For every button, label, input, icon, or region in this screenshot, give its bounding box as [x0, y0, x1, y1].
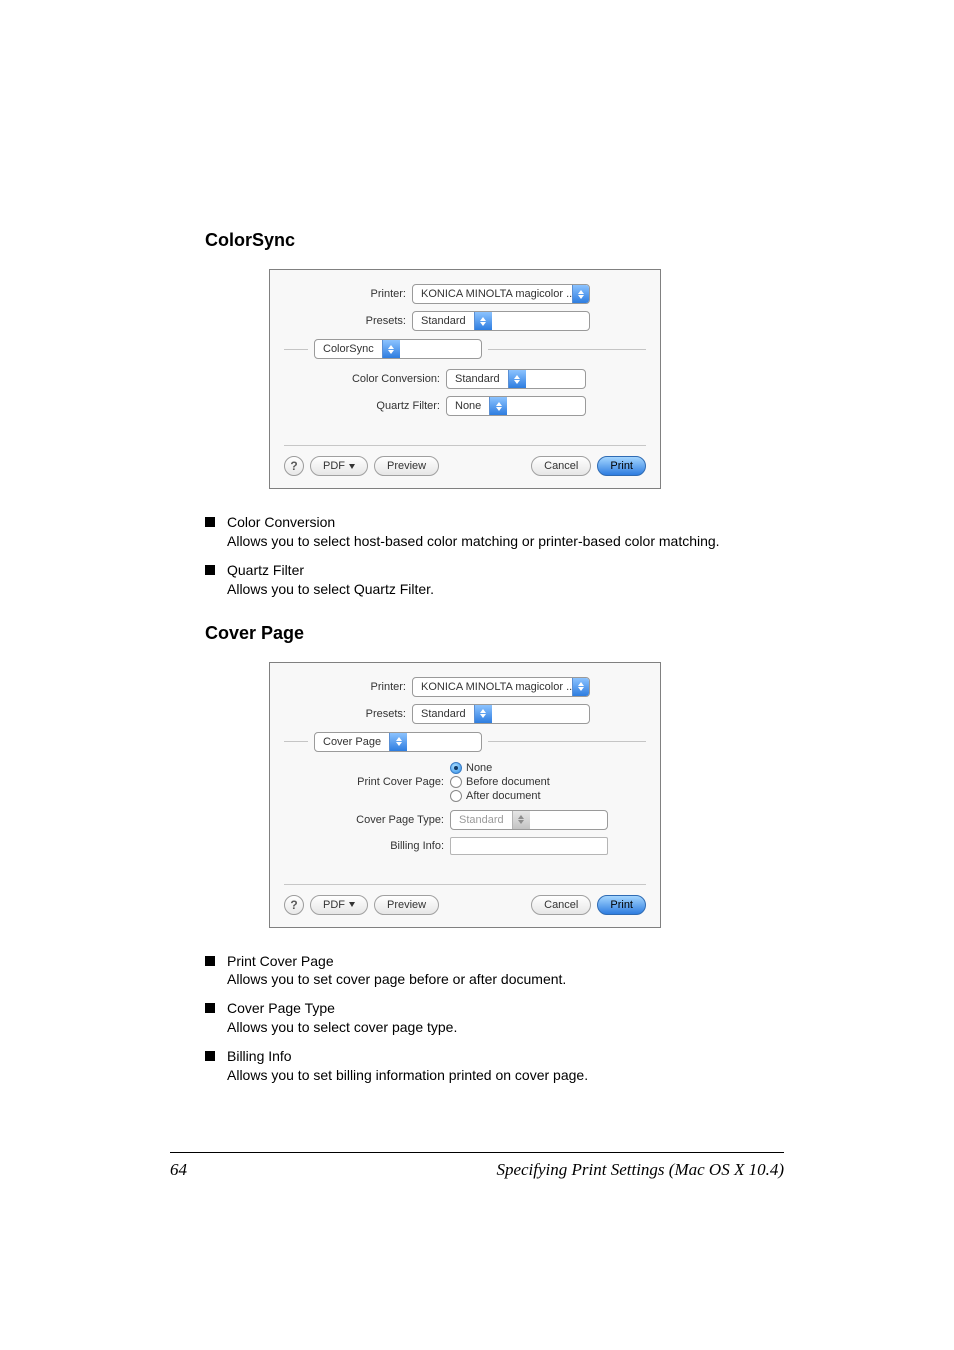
pane-value: Cover Page — [315, 736, 389, 748]
select-arrow-icon — [512, 811, 530, 829]
cover-page-type-select: Standard — [450, 810, 608, 830]
radio-icon — [450, 790, 462, 802]
select-arrow-icon — [389, 733, 407, 751]
section-heading-coverpage: Cover Page — [205, 623, 834, 644]
bullet-desc: Allows you to set billing information pr… — [227, 1066, 834, 1085]
caret-down-icon — [349, 464, 355, 469]
color-conversion-value: Standard — [447, 373, 508, 385]
cover-page-type-value: Standard — [451, 814, 512, 826]
preview-button[interactable]: Preview — [374, 456, 439, 476]
select-arrow-icon — [508, 370, 526, 388]
bullet-desc: Allows you to set cover page before or a… — [227, 970, 834, 989]
printer-value: KONICA MINOLTA magicolor ... — [413, 681, 572, 693]
radio-label: Before document — [466, 776, 550, 788]
print-button[interactable]: Print — [597, 895, 646, 915]
billing-info-label: Billing Info: — [290, 840, 450, 852]
preview-button[interactable]: Preview — [374, 895, 439, 915]
print-button[interactable]: Print — [597, 456, 646, 476]
bullet-desc: Allows you to select Quartz Filter. — [227, 580, 834, 599]
bullet-desc: Allows you to select cover page type. — [227, 1018, 834, 1037]
printer-label: Printer: — [284, 288, 412, 300]
cancel-label: Cancel — [544, 899, 578, 911]
radio-label: After document — [466, 790, 541, 802]
presets-select[interactable]: Standard — [412, 704, 590, 724]
cover-page-type-label: Cover Page Type: — [290, 814, 450, 826]
print-label: Print — [610, 899, 633, 911]
list-item: Print Cover Page Allows you to set cover… — [205, 952, 834, 990]
coverpage-bullet-list: Print Cover Page Allows you to set cover… — [205, 952, 834, 1085]
presets-label: Presets: — [284, 708, 412, 720]
select-arrow-icon — [474, 705, 492, 723]
presets-label: Presets: — [284, 315, 412, 327]
coverpage-dialog: Printer: KONICA MINOLTA magicolor ... Pr… — [269, 662, 661, 928]
printer-label: Printer: — [284, 681, 412, 693]
list-item: Billing Info Allows you to set billing i… — [205, 1047, 834, 1085]
presets-value: Standard — [413, 315, 474, 327]
printer-value: KONICA MINOLTA magicolor ... — [413, 288, 572, 300]
preview-label: Preview — [387, 460, 426, 472]
printer-select[interactable]: KONICA MINOLTA magicolor ... — [412, 284, 590, 304]
question-icon: ? — [290, 459, 297, 473]
bullet-title: Print Cover Page — [227, 952, 834, 971]
footer-rule — [170, 1152, 784, 1153]
colorsync-dialog: Printer: KONICA MINOLTA magicolor ... Pr… — [269, 269, 661, 489]
select-arrow-icon — [382, 340, 400, 358]
page-number: 64 — [170, 1160, 187, 1180]
cancel-button[interactable]: Cancel — [531, 895, 591, 915]
colorsync-bullet-list: Color Conversion Allows you to select ho… — [205, 513, 834, 599]
pane-value: ColorSync — [315, 343, 382, 355]
quartz-filter-select[interactable]: None — [446, 396, 586, 416]
radio-after[interactable]: After document — [450, 790, 550, 802]
color-conversion-select[interactable]: Standard — [446, 369, 586, 389]
list-item: Cover Page Type Allows you to select cov… — [205, 999, 834, 1037]
presets-value: Standard — [413, 708, 474, 720]
select-arrow-icon — [572, 678, 589, 696]
radio-icon — [450, 776, 462, 788]
quartz-filter-label: Quartz Filter: — [290, 400, 446, 412]
select-arrow-icon — [474, 312, 492, 330]
help-button[interactable]: ? — [284, 895, 304, 915]
footer-title: Specifying Print Settings (Mac OS X 10.4… — [496, 1160, 784, 1180]
radio-none[interactable]: None — [450, 762, 550, 774]
bullet-title: Billing Info — [227, 1047, 834, 1066]
radio-label: None — [466, 762, 492, 774]
radio-icon — [450, 762, 462, 774]
select-arrow-icon — [572, 285, 589, 303]
bullet-title: Color Conversion — [227, 513, 834, 532]
cancel-label: Cancel — [544, 460, 578, 472]
pdf-menu-button[interactable]: PDF — [310, 456, 368, 476]
select-arrow-icon — [489, 397, 507, 415]
question-icon: ? — [290, 898, 297, 912]
color-conversion-label: Color Conversion: — [290, 373, 446, 385]
bullet-desc: Allows you to select host-based color ma… — [227, 532, 834, 551]
print-cover-page-label: Print Cover Page: — [290, 776, 450, 788]
bullet-title: Cover Page Type — [227, 999, 834, 1018]
caret-down-icon — [349, 902, 355, 907]
billing-info-input[interactable] — [450, 837, 608, 855]
list-item: Quartz Filter Allows you to select Quart… — [205, 561, 834, 599]
pane-select[interactable]: ColorSync — [314, 339, 482, 359]
radio-before[interactable]: Before document — [450, 776, 550, 788]
section-heading-colorsync: ColorSync — [205, 230, 834, 251]
bullet-title: Quartz Filter — [227, 561, 834, 580]
pdf-label: PDF — [323, 899, 345, 911]
pdf-menu-button[interactable]: PDF — [310, 895, 368, 915]
list-item: Color Conversion Allows you to select ho… — [205, 513, 834, 551]
printer-select[interactable]: KONICA MINOLTA magicolor ... — [412, 677, 590, 697]
quartz-filter-value: None — [447, 400, 489, 412]
pane-select[interactable]: Cover Page — [314, 732, 482, 752]
presets-select[interactable]: Standard — [412, 311, 590, 331]
preview-label: Preview — [387, 899, 426, 911]
help-button[interactable]: ? — [284, 456, 304, 476]
cancel-button[interactable]: Cancel — [531, 456, 591, 476]
pdf-label: PDF — [323, 460, 345, 472]
print-label: Print — [610, 460, 633, 472]
